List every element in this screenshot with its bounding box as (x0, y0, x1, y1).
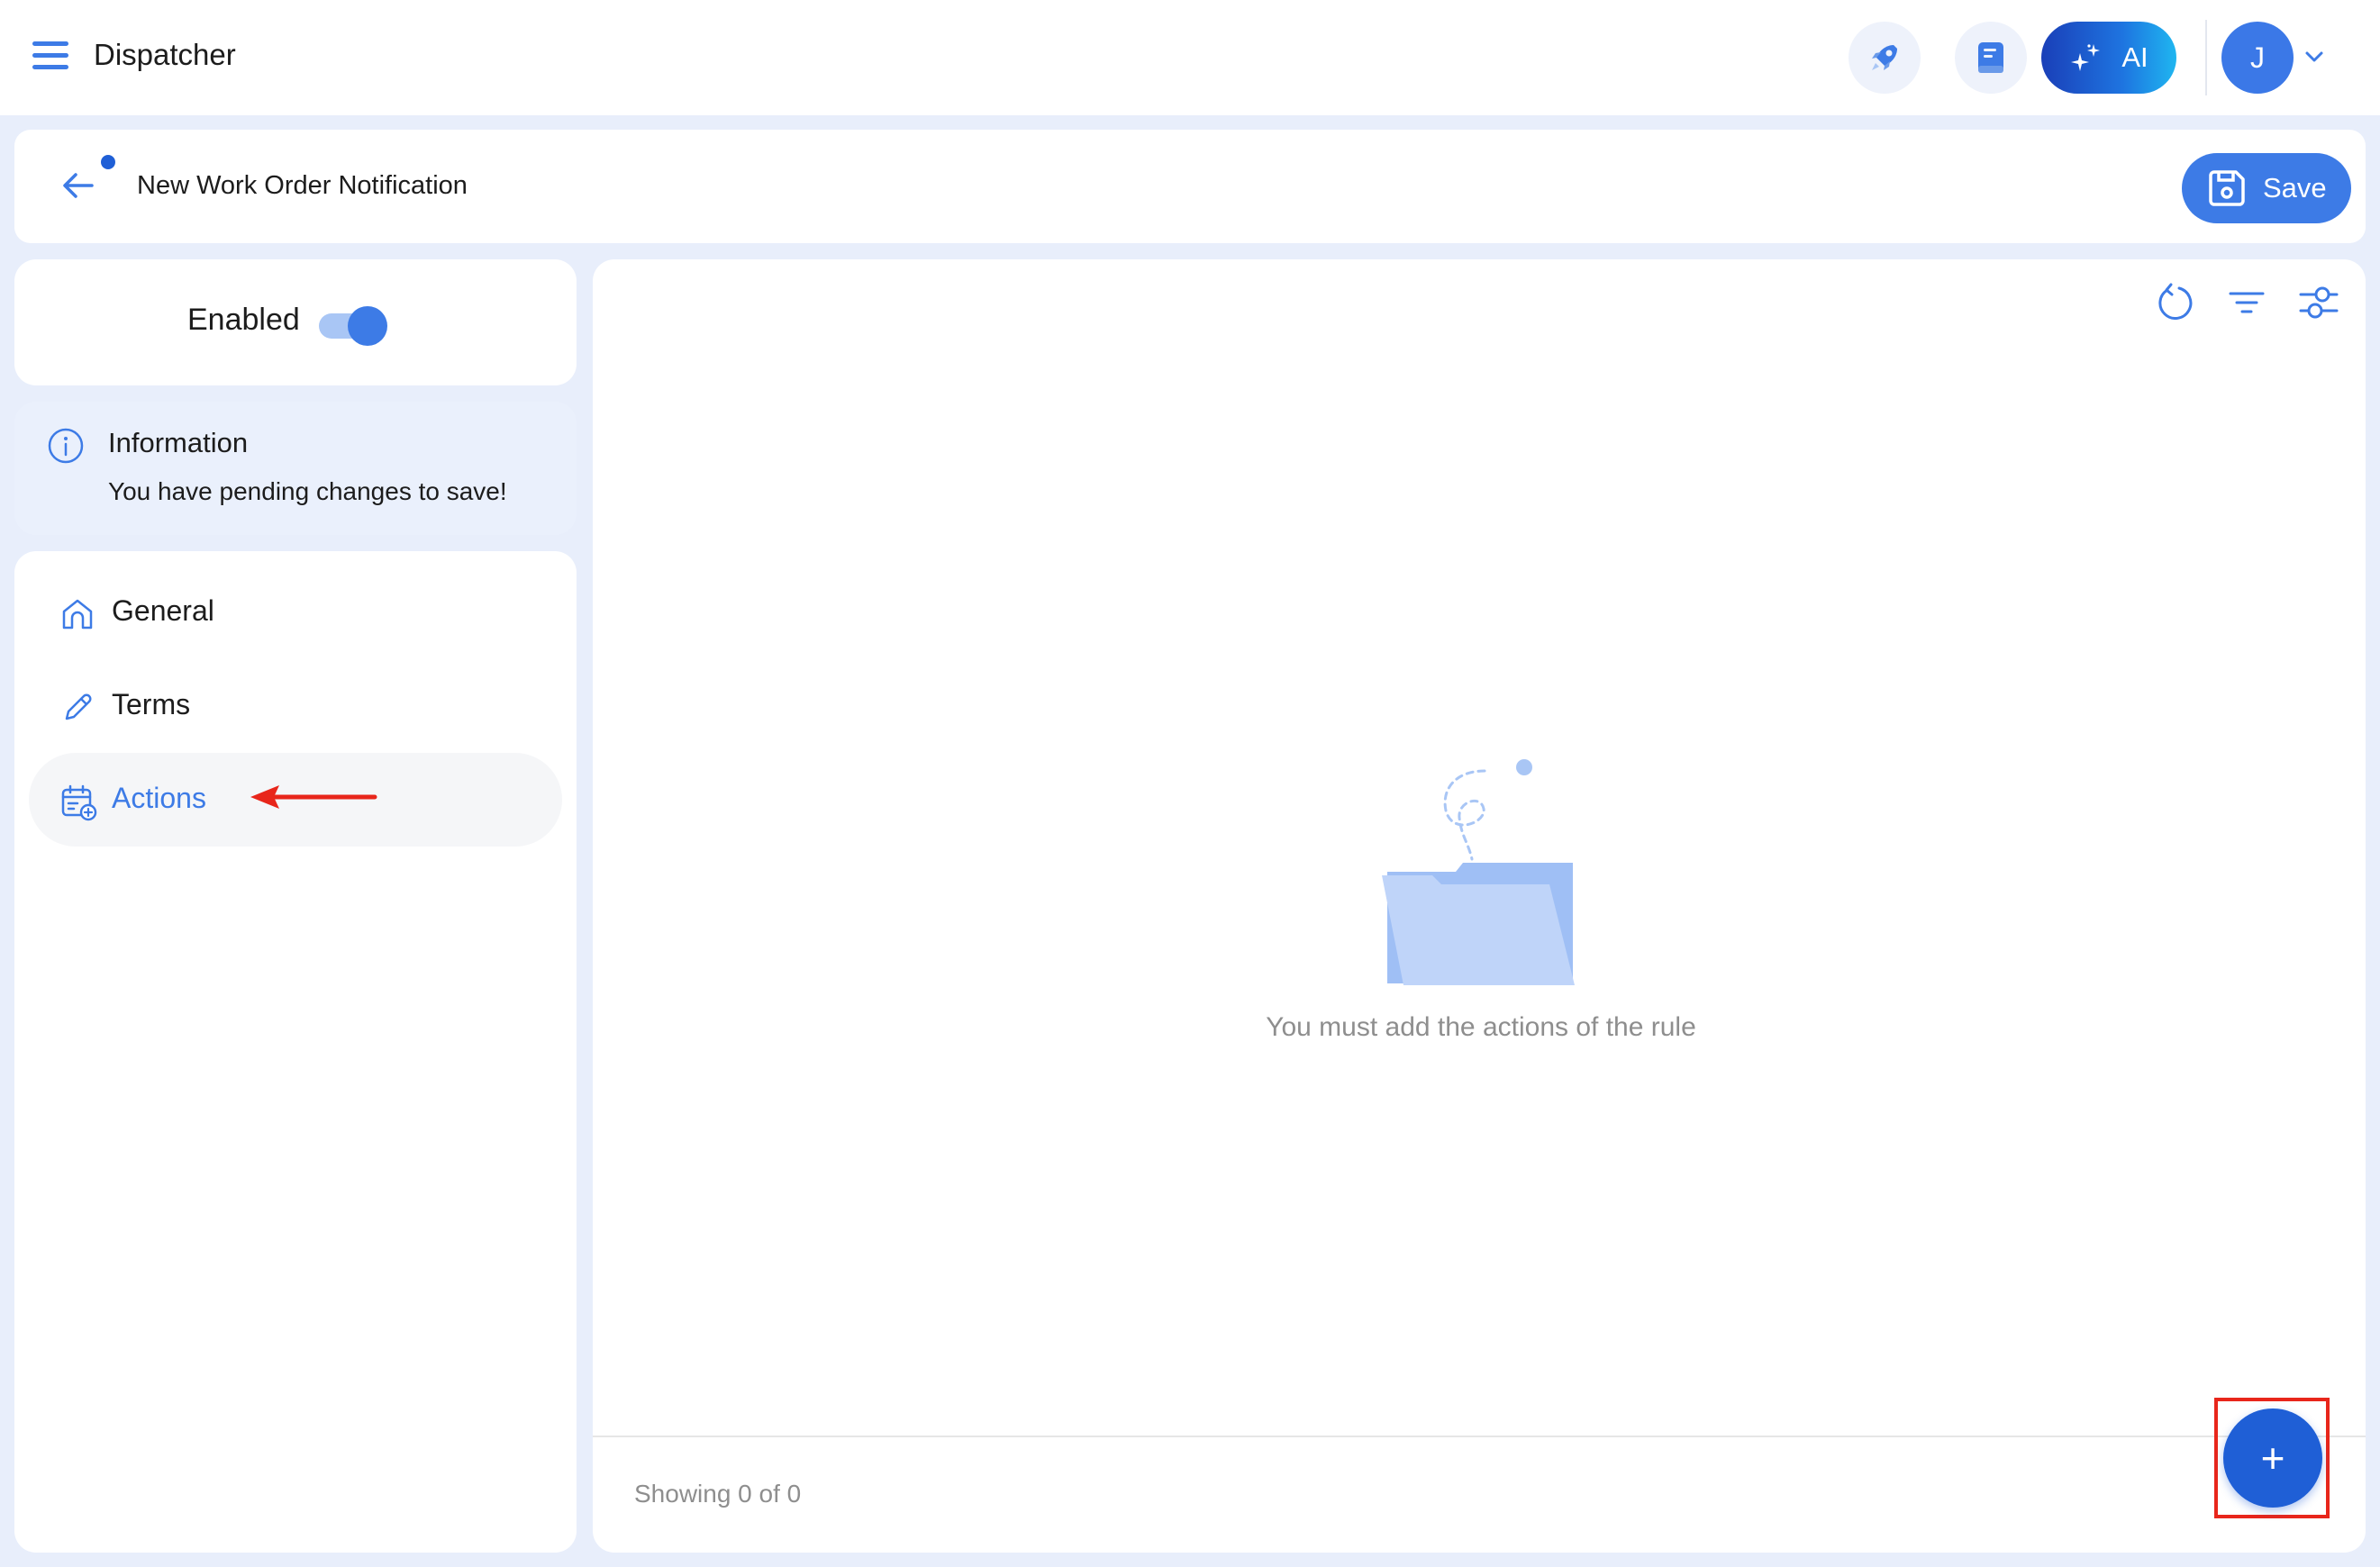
add-action-button[interactable]: + (2223, 1408, 2322, 1508)
info-banner (14, 402, 577, 535)
empty-state-message: You must add the actions of the rule (1266, 1012, 1696, 1042)
menu-icon[interactable] (32, 41, 68, 72)
notebook-button[interactable] (1955, 22, 2027, 94)
pagination-summary: Showing 0 of 0 (634, 1480, 802, 1508)
unsaved-indicator-dot (101, 155, 115, 169)
refresh-icon[interactable] (2153, 281, 2196, 324)
ai-assistant-button[interactable]: AI (2041, 22, 2176, 94)
filter-icon[interactable] (2225, 281, 2268, 324)
chevron-down-icon[interactable] (2304, 50, 2324, 63)
pencil-icon (65, 693, 92, 720)
home-icon (62, 599, 93, 630)
save-button[interactable]: Save (2182, 153, 2351, 223)
ai-label: AI (2121, 41, 2148, 73)
rocket-icon (1872, 45, 1897, 70)
page-title: New Work Order Notification (137, 171, 468, 200)
settings-sliders-icon[interactable] (2297, 281, 2340, 324)
empty-folder-illustration (1382, 759, 1575, 985)
back-button[interactable] (52, 162, 117, 216)
notebook-icon (1978, 42, 2003, 73)
floppy-disk-icon (2209, 170, 2245, 206)
sidebar-item-label: General (112, 594, 214, 627)
enabled-label: Enabled (187, 303, 300, 337)
info-title: Information (108, 427, 249, 458)
avatar[interactable]: J (2221, 22, 2294, 94)
top-bar: Dispatcher AI J (0, 0, 2380, 115)
sidebar-item-terms[interactable]: Terms (29, 659, 562, 753)
toolbar-divider (2205, 20, 2207, 95)
sidebar-item-label: Actions (112, 782, 206, 814)
info-icon (48, 428, 84, 464)
arrow-left-icon (63, 173, 94, 198)
sparkle-icon (2071, 44, 2101, 71)
footer-divider (593, 1436, 2366, 1437)
save-label: Save (2263, 172, 2327, 204)
toggle-knob (348, 306, 387, 346)
enabled-toggle[interactable] (319, 306, 389, 346)
app-title: Dispatcher (94, 38, 236, 71)
sidebar-item-general[interactable]: General (29, 566, 562, 659)
calendar-add-icon (61, 784, 97, 821)
annotation-arrow (250, 785, 377, 809)
rocket-button[interactable] (1849, 22, 1921, 94)
sidebar-item-label: Terms (112, 688, 191, 720)
info-message: You have pending changes to save! (108, 477, 507, 505)
